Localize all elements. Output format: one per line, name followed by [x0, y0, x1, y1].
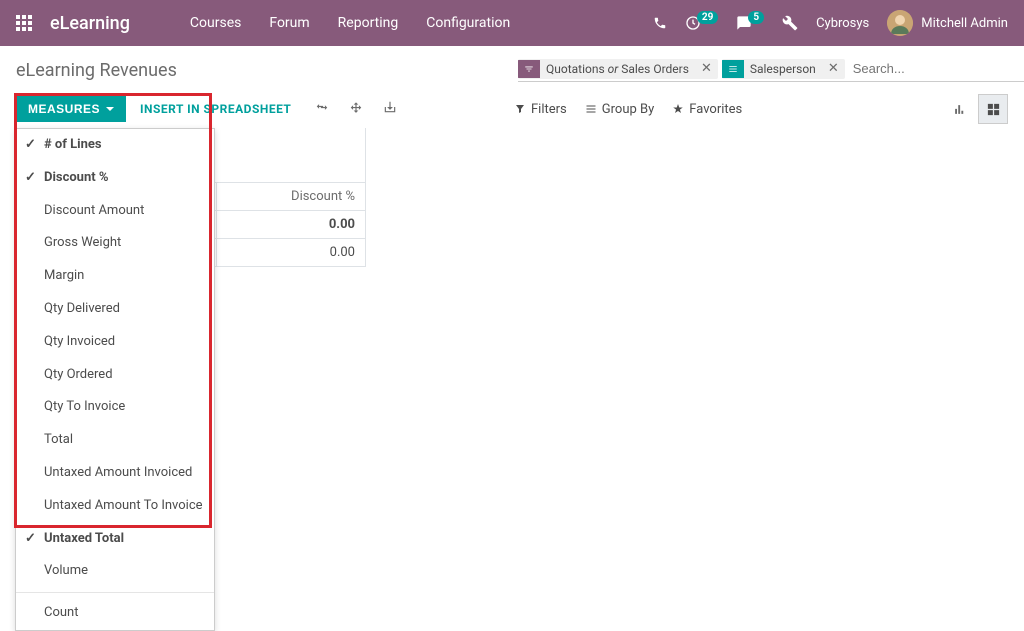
- pivot-view-button[interactable]: [978, 94, 1008, 124]
- download-icon[interactable]: [373, 94, 407, 124]
- facet-filter: Quotations or Sales Orders ✕: [518, 59, 718, 79]
- filters-button[interactable]: Filters: [514, 102, 567, 117]
- measure-item[interactable]: Untaxed Total: [16, 523, 214, 556]
- caret-down-icon: [106, 107, 114, 111]
- measure-item[interactable]: Gross Weight: [16, 227, 214, 260]
- nav-right: 29 5 Cybrosys Mitchell Admin: [653, 10, 1008, 36]
- control-panel: eLearning Revenues Quotations or Sales O…: [0, 46, 1024, 124]
- nav-courses[interactable]: Courses: [178, 9, 253, 37]
- search-input[interactable]: [849, 58, 1024, 79]
- measure-item[interactable]: Qty Invoiced: [16, 326, 214, 359]
- facet-filter-label: Quotations or Sales Orders: [540, 59, 695, 79]
- chat-badge: 5: [748, 11, 764, 24]
- apps-icon[interactable]: [16, 15, 32, 31]
- user-menu[interactable]: Mitchell Admin: [887, 10, 1008, 36]
- measure-item[interactable]: Margin: [16, 260, 214, 293]
- chat-icon[interactable]: 5: [736, 15, 764, 31]
- measure-item[interactable]: Volume: [16, 555, 214, 588]
- activity-badge: 29: [697, 11, 718, 24]
- measures-button[interactable]: MEASURES: [16, 96, 126, 122]
- filter-icon: [518, 60, 540, 78]
- user-name: Mitchell Admin: [921, 16, 1008, 31]
- measure-item[interactable]: Qty To Invoice: [16, 391, 214, 424]
- measure-item[interactable]: Qty Delivered: [16, 293, 214, 326]
- pivot-cell: 0.00: [216, 238, 365, 266]
- nav-configuration[interactable]: Configuration: [414, 9, 522, 37]
- search-bar: Quotations or Sales Orders ✕ Salesperson…: [518, 58, 1024, 82]
- flip-axis-icon[interactable]: [305, 94, 339, 124]
- measure-item[interactable]: # of Lines: [16, 129, 214, 162]
- tools-icon[interactable]: [782, 15, 798, 31]
- nav-items: Courses Forum Reporting Configuration: [178, 9, 522, 37]
- measure-item[interactable]: Qty Ordered: [16, 359, 214, 392]
- measure-item[interactable]: Discount %: [16, 162, 214, 195]
- facet-group: Salesperson ✕: [722, 59, 845, 79]
- measure-item[interactable]: Discount Amount: [16, 195, 214, 228]
- top-nav: eLearning Courses Forum Reporting Config…: [0, 0, 1024, 46]
- page-title: eLearning Revenues: [16, 60, 506, 81]
- measure-count[interactable]: Count: [16, 597, 214, 630]
- groupby-button[interactable]: Group By: [585, 102, 655, 117]
- nav-reporting[interactable]: Reporting: [326, 9, 411, 37]
- facet-filter-close[interactable]: ✕: [695, 61, 718, 76]
- nav-forum[interactable]: Forum: [257, 9, 321, 37]
- group-icon: [722, 60, 744, 78]
- brand[interactable]: eLearning: [50, 13, 130, 34]
- measures-dropdown: # of LinesDiscount %Discount AmountGross…: [15, 128, 215, 631]
- company-name[interactable]: Cybrosys: [816, 16, 869, 31]
- activity-icon[interactable]: 29: [685, 15, 718, 31]
- facet-group-label: Salesperson: [744, 59, 822, 79]
- avatar: [887, 10, 913, 36]
- pivot-cell: 0.00: [216, 210, 365, 238]
- facet-group-close[interactable]: ✕: [822, 61, 845, 76]
- measure-item[interactable]: Untaxed Amount To Invoice: [16, 490, 214, 523]
- expand-icon[interactable]: [339, 94, 373, 124]
- graph-view-button[interactable]: [944, 94, 974, 124]
- pivot-header-discount[interactable]: Discount %: [216, 182, 365, 210]
- insert-spreadsheet-button[interactable]: INSERT IN SPREADSHEET: [126, 96, 305, 122]
- measure-item[interactable]: Total: [16, 424, 214, 457]
- measure-item[interactable]: Untaxed Amount Invoiced: [16, 457, 214, 490]
- phone-icon[interactable]: [653, 16, 667, 30]
- favorites-button[interactable]: Favorites: [672, 102, 742, 117]
